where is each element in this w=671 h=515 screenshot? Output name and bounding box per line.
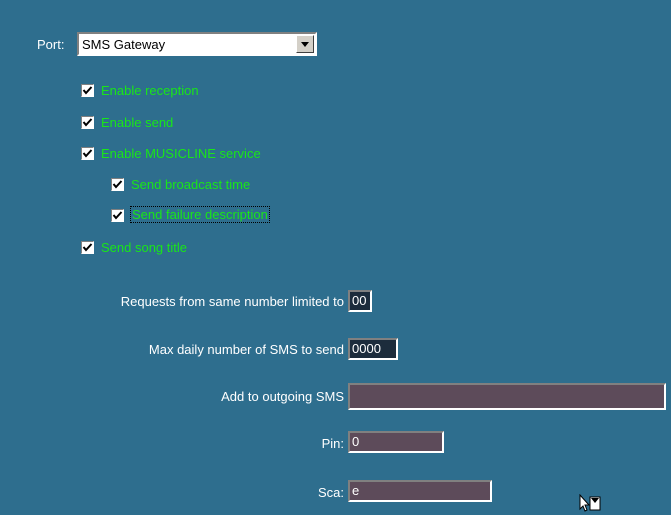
checkbox-box[interactable] <box>81 116 94 129</box>
checkbox-box[interactable] <box>81 147 94 160</box>
port-dropdown-button[interactable] <box>296 35 314 53</box>
checkmark-icon <box>82 243 93 252</box>
port-select[interactable]: SMS Gateway <box>77 32 317 56</box>
pin-label: Pin: <box>321 436 344 451</box>
sca-label: Sca: <box>317 485 344 500</box>
checkmark-icon <box>112 180 123 189</box>
checkbox-box[interactable] <box>111 209 124 222</box>
max-daily-sms-input[interactable]: 0000 <box>348 338 398 360</box>
checkbox-label: Enable reception <box>101 83 199 98</box>
checkbox-box[interactable] <box>111 178 124 191</box>
checkbox-label: Enable MUSICLINE service <box>101 146 261 161</box>
add-outgoing-sms-input[interactable] <box>348 383 666 410</box>
max-daily-sms-label: Max daily number of SMS to send <box>148 342 344 357</box>
checkbox-box[interactable] <box>81 84 94 97</box>
checkmark-icon <box>82 149 93 158</box>
port-select-value: SMS Gateway <box>82 37 166 52</box>
port-label: Port: <box>37 37 65 52</box>
checkmark-icon <box>82 86 93 95</box>
chevron-down-icon <box>301 42 309 47</box>
checkbox-label: Enable send <box>101 115 174 130</box>
checkmark-icon <box>82 118 93 127</box>
sca-input[interactable]: e <box>348 480 492 502</box>
checkmark-icon <box>112 211 123 220</box>
pin-input[interactable]: 0 <box>348 431 444 453</box>
checkbox-label: Send failure description <box>130 206 270 223</box>
checkbox-box[interactable] <box>81 241 94 254</box>
add-outgoing-sms-label: Add to outgoing SMS <box>221 389 344 404</box>
checkbox-label: Send broadcast time <box>131 177 251 192</box>
requests-limit-input[interactable]: 00 <box>348 290 372 312</box>
requests-limit-label: Requests from same number limited to <box>120 294 344 309</box>
checkbox-label: Send song title <box>101 240 188 255</box>
